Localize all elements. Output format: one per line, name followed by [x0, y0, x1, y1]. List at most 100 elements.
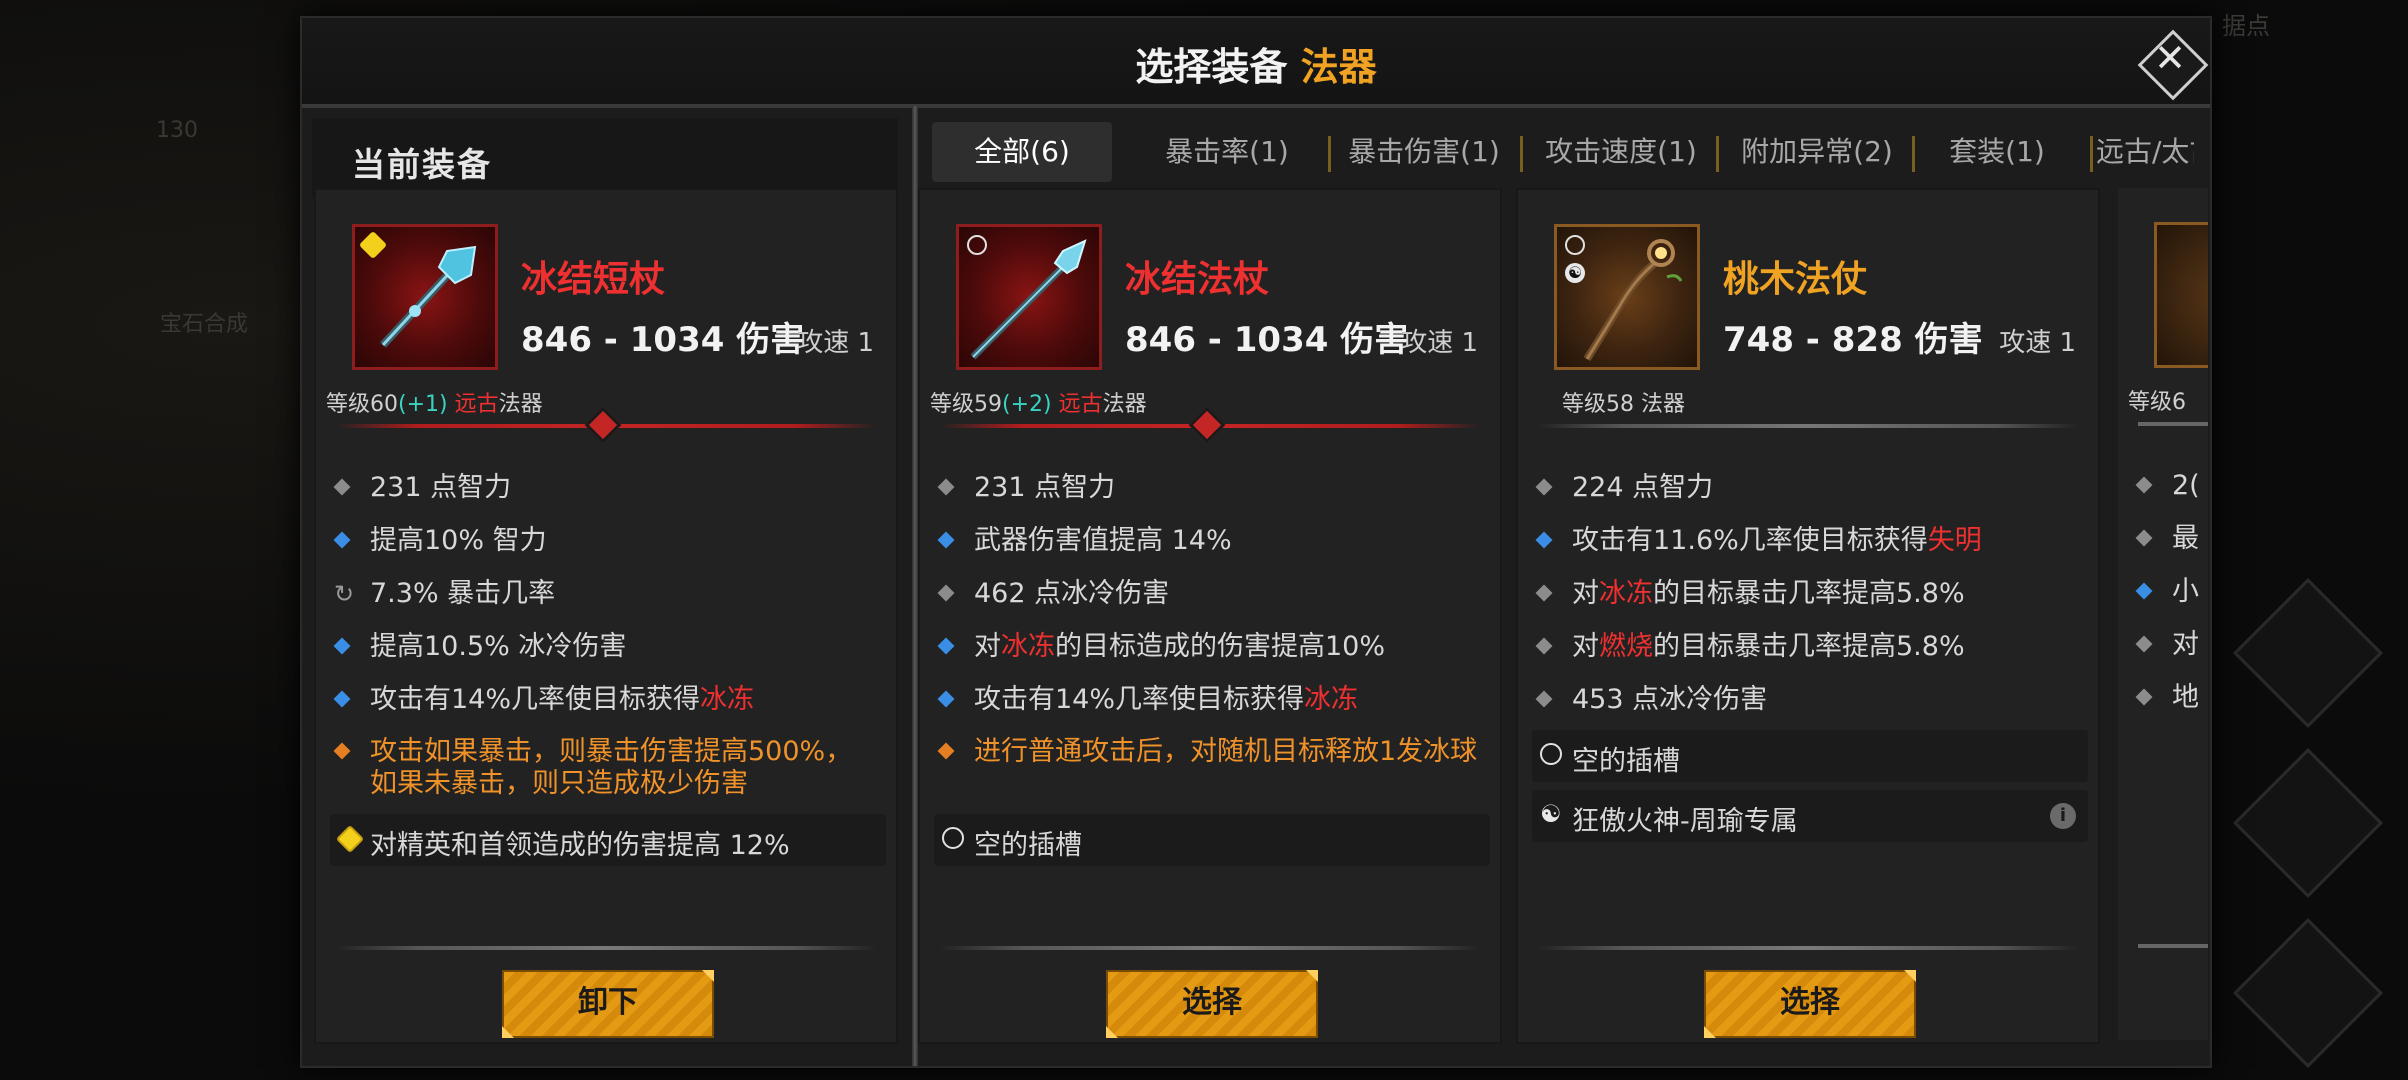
gem-socket-slot: 对精英和首领造成的伤害提高 12% [330, 814, 886, 866]
item-type: 法器 [1102, 392, 1147, 417]
item-attack-speed: 攻速 1 [797, 328, 874, 358]
stat-line: 231 点智力 [333, 472, 876, 504]
item-damage: 748 - 828 伤害 [1723, 320, 1983, 360]
tab-separator [1328, 136, 1331, 172]
filter-tabs: 全部(6) 暴击率(1) 暴击伤害(1) 攻击速度(1) 附加异常(2) 套装(… [932, 122, 2194, 182]
tab-separator [1520, 136, 1523, 172]
item-thumbnail [2154, 222, 2208, 368]
divider-gem-icon [1188, 406, 1226, 444]
bg-side-menu [2210, 40, 2400, 1068]
stat-line: 224 点智力 [1535, 472, 2078, 504]
level-bonus: (+1) [398, 392, 448, 417]
level-value: 等级59 [930, 392, 1002, 417]
gem-socket-slot: 空的插槽 [1532, 730, 2088, 782]
item-thumbnail[interactable] [352, 224, 498, 370]
equip-card[interactable]: ☯ 桃木法仗 748 - 828 伤害 攻速 1 等级58 法器 224 点智力… [1516, 188, 2100, 1044]
legendary-stat-line: 进行普通攻击后，对随机目标释放1发冰球 [937, 736, 1480, 768]
tab-separator [1912, 136, 1915, 172]
bg-menu-icon [2233, 578, 2383, 728]
bg-menu-icon [2233, 748, 2383, 898]
item-attack-speed: 攻速 1 [1999, 328, 2076, 358]
socket-text: 对精英和首领造成的伤害提高 12% [370, 830, 790, 861]
item-level: 等级58 法器 [1562, 392, 1685, 417]
level-bonus: (+2) [1002, 392, 1052, 417]
stat-line: ↻ 7.3% 暴击几率 [334, 578, 556, 609]
equip-card-partial[interactable]: 等级6 2( 最 小 对 地 [2118, 188, 2208, 1040]
unequip-button[interactable]: 卸下 [502, 970, 714, 1038]
stat-line: 小 [2135, 576, 2208, 608]
stat-line: 武器伤害值提高 14% [937, 525, 1480, 557]
item-name: 冰结法杖 [1125, 259, 1270, 300]
stat-line: 对 [2135, 629, 2208, 661]
stat-line: 攻击有14%几率使目标获得冰冻 [937, 684, 1480, 716]
close-icon: ✕ [2154, 36, 2186, 80]
item-thumbnail[interactable]: ☯ [1554, 224, 1700, 370]
tab-extra-ailment[interactable]: 附加异常(2) [1722, 122, 1912, 182]
set-bonus-slot: ☯ 狂傲火神-周瑜专属 i [1532, 790, 2088, 842]
item-name: 桃木法仗 [1723, 259, 1868, 300]
stat-line: 2( [2135, 470, 2208, 502]
stat-line: 最 [2135, 523, 2208, 555]
tab-set[interactable]: 套装(1) [1922, 122, 2072, 182]
yin-yang-icon: ☯ [1540, 800, 1562, 828]
ancient-tag: 远古 [1058, 392, 1103, 417]
equip-card-current: 冰结短杖 846 - 1034 伤害 攻速 1 等级60(+1) 远古法器 23… [314, 188, 898, 1044]
equip-card[interactable]: 冰结法杖 846 - 1034 伤害 攻速 1 等级59(+2) 远古法器 23… [918, 188, 1502, 1044]
current-equip-header: 当前装备 [312, 118, 898, 198]
stat-line: 453 点冰冷伤害 [1535, 684, 2078, 716]
item-damage: 846 - 1034 伤害 [521, 320, 805, 360]
item-level: 等级60(+1) 远古法器 [326, 386, 543, 418]
item-attack-speed: 攻速 1 [1401, 328, 1478, 358]
card-footer-divider [2138, 944, 2208, 948]
item-type: 法器 [498, 392, 543, 417]
item-name: 冰结短杖 [521, 259, 666, 300]
divider-gem-icon [584, 406, 622, 444]
stat-line: 地 [2135, 682, 2208, 714]
card-footer-divider [336, 946, 876, 950]
item-damage: 846 - 1034 伤害 [1125, 320, 1409, 360]
close-button[interactable]: ✕ [2137, 29, 2209, 101]
bg-number-text: 130 [156, 118, 198, 143]
gem-icon [335, 824, 365, 854]
card-footer-divider [940, 946, 1480, 950]
item-thumbnail[interactable] [956, 224, 1102, 370]
stat-line: 提高10% 智力 [333, 525, 876, 557]
card-footer-divider [1538, 946, 2078, 950]
empty-socket-icon [967, 235, 987, 255]
item-level: 等级6 [2128, 390, 2186, 415]
tab-all[interactable]: 全部(6) [932, 122, 1112, 182]
legendary-stat-line: 攻击如果暴击，则暴击伤害提高500%，如果未暴击，则只造成极少伤害 [333, 736, 876, 800]
socket-text: 空的插槽 [974, 830, 1082, 861]
stat-line: 攻击有11.6%几率使目标获得失明 [1535, 525, 2078, 557]
bg-gem-merge-text: 宝石合成 [160, 312, 249, 337]
stat-line: 提高10.5% 冰冷伤害 [333, 631, 876, 663]
empty-socket-icon [942, 827, 964, 849]
item-level: 等级59(+2) 远古法器 [930, 386, 1147, 418]
stat-line: 对冰冻的目标造成的伤害提高10% [937, 631, 1480, 663]
equip-select-panel: 选择装备 法器 ✕ 当前装备 全部(6) 暴击率(1) 暴击伤害(1) 攻击速度… [300, 16, 2212, 1068]
rarity-divider [2138, 422, 2208, 426]
title-main: 选择装备 [1135, 45, 1288, 89]
stat-line: 231 点智力 [937, 472, 1480, 504]
socket-text: 空的插槽 [1572, 746, 1680, 777]
stat-line: 攻击有14%几率使目标获得冰冻 [333, 684, 876, 716]
stat-line: 对燃烧的目标暴击几率提高5.8% [1535, 631, 2078, 663]
tab-attack-speed[interactable]: 攻击速度(1) [1526, 122, 1716, 182]
select-button[interactable]: 选择 [1106, 970, 1318, 1038]
tab-crit-rate[interactable]: 暴击率(1) [1132, 122, 1322, 182]
panel-title: 选择装备 法器 [302, 36, 2210, 91]
select-button[interactable]: 选择 [1704, 970, 1916, 1038]
stat-line: 对冰冻的目标暴击几率提高5.8% [1535, 578, 2078, 610]
bg-stronghold-text: 据点 [2222, 12, 2270, 40]
tab-crit-damage[interactable]: 暴击伤害(1) [1334, 122, 1514, 182]
set-name: 狂傲火神-周瑜专属 [1572, 806, 1798, 837]
yin-yang-icon: ☯ [1565, 263, 1585, 283]
current-equip-label: 当前装备 [352, 145, 492, 184]
tab-ancient[interactable]: 远古/太古 [2096, 122, 2194, 182]
empty-socket-icon [1565, 235, 1585, 255]
title-category: 法器 [1300, 45, 1377, 89]
stat-line: 462 点冰冷伤害 [937, 578, 1480, 610]
info-icon[interactable]: i [2050, 803, 2076, 829]
empty-socket-icon [1540, 743, 1562, 765]
rarity-divider [1538, 424, 2078, 428]
